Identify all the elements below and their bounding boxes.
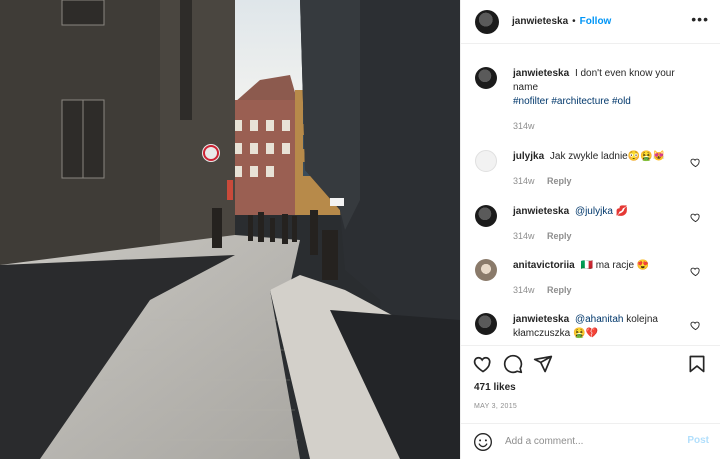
heart-icon[interactable] <box>690 157 701 168</box>
share-icon[interactable] <box>533 354 553 374</box>
caption-age: 314w <box>513 121 535 131</box>
avatar[interactable] <box>475 9 499 34</box>
more-options-icon[interactable]: ••• <box>691 11 709 27</box>
caption-meta: 314w <box>513 121 535 131</box>
add-comment-bar: Post <box>461 423 720 459</box>
heart-icon[interactable] <box>690 212 701 223</box>
comment-text: ma racje <box>595 260 635 271</box>
heart-icon[interactable] <box>473 354 493 374</box>
separator-dot: • <box>572 16 576 27</box>
smiley-icon[interactable] <box>473 432 493 452</box>
avatar[interactable] <box>475 150 497 172</box>
comment-body: janwieteska @ahanitah kolejna kłamczuszk… <box>513 313 693 341</box>
reply-button[interactable]: Reply <box>547 231 572 241</box>
comment-age: 314w <box>513 176 535 186</box>
avatar[interactable] <box>475 205 497 227</box>
comment-username[interactable]: janwieteska <box>513 206 569 217</box>
post-date: MAY 3, 2015 <box>474 403 518 410</box>
post-comment-button[interactable]: Post <box>687 435 709 446</box>
reply-button[interactable]: Reply <box>547 285 572 295</box>
comment-icon[interactable] <box>503 354 523 374</box>
header-username[interactable]: janwieteska <box>512 16 568 27</box>
comment-body: janwieteska @julyjka 💋 <box>513 205 693 219</box>
post-photo[interactable] <box>0 0 460 459</box>
post-side-panel: janwieteska • Follow ••• janwieteska I d… <box>460 0 720 459</box>
caption-hashtags[interactable]: #nofilter #architecture #old <box>513 96 631 107</box>
comment-meta: 314w Reply <box>513 176 572 186</box>
comments-list[interactable]: janwieteska I don't even know your name … <box>461 45 720 345</box>
instagram-post: janwieteska • Follow ••• janwieteska I d… <box>0 0 720 459</box>
comment-age: 314w <box>513 285 535 295</box>
comment-mention[interactable]: @julyjka <box>575 206 613 217</box>
post-header: janwieteska • Follow ••• <box>461 0 720 44</box>
avatar[interactable] <box>475 259 497 281</box>
comment-text: Jak zwykle ladnie <box>549 151 628 162</box>
avatar[interactable] <box>475 67 497 89</box>
action-icons <box>473 354 553 374</box>
comment-body: anitavictoriia 🇮🇹 ma racje 😍 <box>513 259 693 273</box>
avatar[interactable] <box>475 313 497 335</box>
follow-button[interactable]: Follow <box>580 16 612 27</box>
comment-emoji: 💋 <box>615 206 629 217</box>
comment-meta: 314w Reply <box>513 285 572 295</box>
likes-count[interactable]: 471 likes <box>474 382 516 393</box>
heart-icon[interactable] <box>690 320 701 331</box>
heart-icon[interactable] <box>690 266 701 277</box>
comment-emoji: 😳🤮😻 <box>627 151 666 162</box>
comment-username[interactable]: anitavictoriia <box>513 260 575 271</box>
reply-button[interactable]: Reply <box>547 176 572 186</box>
caption-username[interactable]: janwieteska <box>513 68 569 79</box>
bookmark-icon[interactable] <box>687 354 707 374</box>
comment-mention[interactable]: @ahanitah <box>575 314 624 325</box>
comment-input[interactable] <box>505 436 675 447</box>
comment-age: 314w <box>513 231 535 241</box>
comment-username[interactable]: julyjka <box>513 151 544 162</box>
post-actions: 471 likes MAY 3, 2015 <box>461 345 720 423</box>
comment-emoji: 😍 <box>636 260 650 271</box>
comment-emoji-flags: 🇮🇹 <box>580 260 593 271</box>
caption-body: janwieteska I don't even know your name … <box>513 67 693 109</box>
comment-meta: 314w Reply <box>513 231 572 241</box>
street-photo <box>0 0 460 459</box>
comment-emoji: 🤮💔 <box>573 328 598 339</box>
comment-username[interactable]: janwieteska <box>513 314 569 325</box>
comment-body: julyjka Jak zwykle ladnie😳🤮😻 <box>513 150 693 164</box>
